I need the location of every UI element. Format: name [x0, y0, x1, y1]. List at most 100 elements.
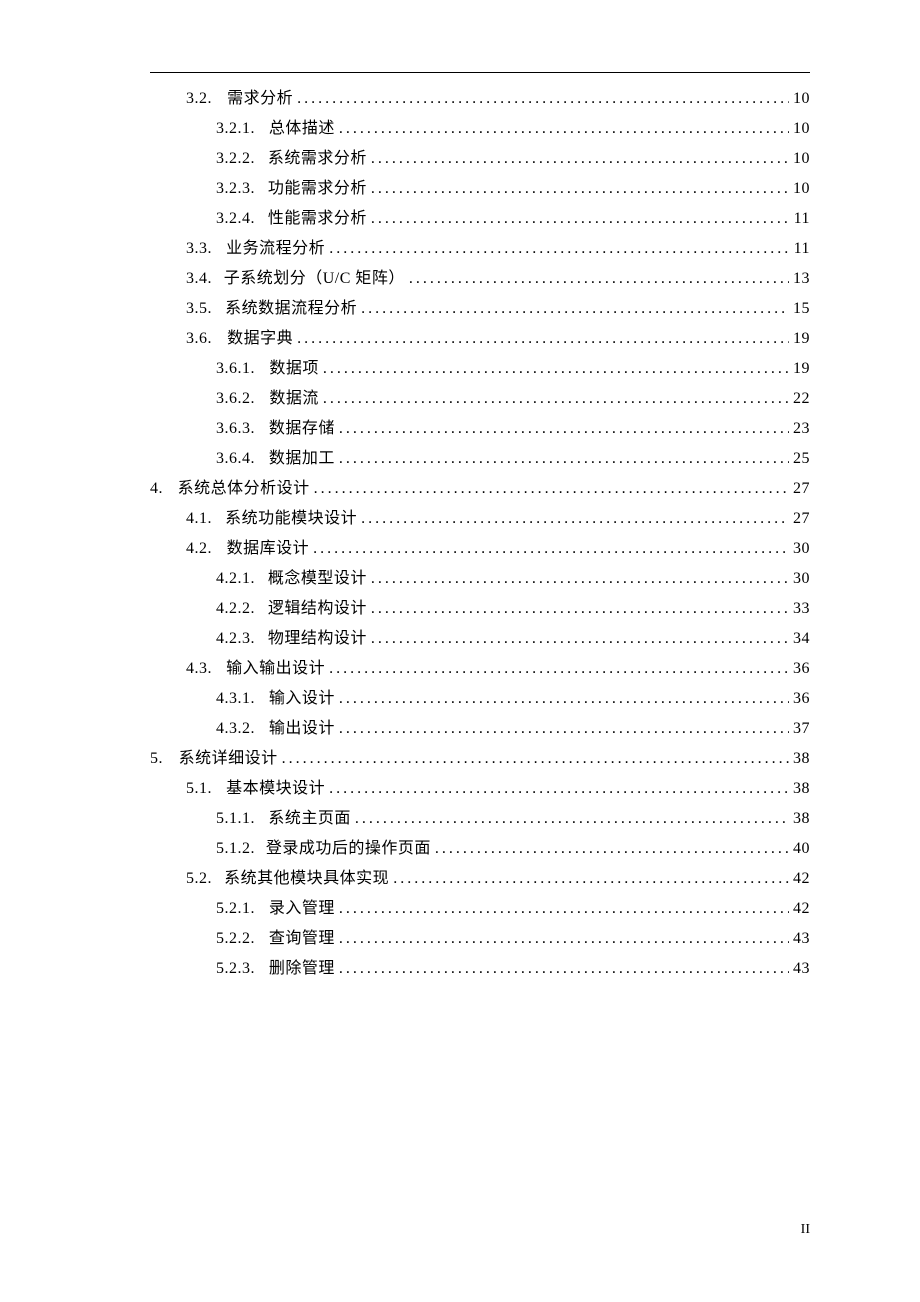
toc-leader-dots	[297, 327, 789, 351]
toc-entry: 5.2.3.删除管理43	[150, 957, 810, 981]
toc-entry: 3.2.2.系统需求分析10	[150, 147, 810, 171]
toc-entry-title: 系统数据流程分析	[225, 297, 357, 321]
toc-entry-title: 逻辑结构设计	[268, 597, 367, 621]
toc-entry-title: 总体描述	[269, 117, 335, 141]
toc-entry-title: 需求分析	[227, 87, 293, 111]
toc-leader-dots	[323, 387, 789, 411]
toc-entry-title: 输出设计	[269, 717, 335, 741]
table-of-contents: 3.2.需求分析103.2.1.总体描述103.2.2.系统需求分析103.2.…	[150, 87, 810, 981]
toc-entry: 3.2.需求分析10	[150, 87, 810, 111]
toc-leader-dots	[355, 807, 789, 831]
toc-entry-page: 11	[794, 237, 810, 261]
toc-entry-page: 30	[793, 567, 810, 591]
toc-entry: 4.3.1. 输入设计 36	[150, 687, 810, 711]
toc-entry-title: 录入管理	[269, 897, 335, 921]
toc-entry-title: 物理结构设计	[268, 627, 367, 651]
toc-entry-page: 27	[793, 477, 810, 501]
toc-entry-title: 系统其他模块具体实现	[224, 867, 389, 891]
toc-entry-page: 43	[793, 927, 810, 951]
toc-entry-title: 输入输出设计	[226, 657, 325, 681]
toc-entry-title: 输入设计	[269, 687, 335, 711]
toc-leader-dots	[314, 477, 789, 501]
toc-leader-dots	[371, 177, 789, 201]
toc-entry-page: 10	[793, 177, 810, 201]
toc-entry-number: 5.1.1.	[216, 807, 255, 831]
toc-entry-page: 10	[793, 147, 810, 171]
toc-entry-number: 3.2.2.	[216, 147, 255, 171]
toc-entry-page: 33	[793, 597, 810, 621]
toc-entry-page: 10	[793, 117, 810, 141]
toc-leader-dots	[297, 87, 789, 111]
toc-entry-number: 3.2.	[186, 87, 212, 111]
toc-entry-page: 23	[793, 417, 810, 441]
toc-entry-number: 4.2.2.	[216, 597, 255, 621]
toc-leader-dots	[393, 867, 789, 891]
toc-leader-dots	[371, 597, 789, 621]
toc-entry-title: 系统功能模块设计	[225, 507, 357, 531]
toc-entry-number: 3.6.2.	[216, 387, 255, 411]
toc-entry: 5.1.1.系统主页面38	[150, 807, 810, 831]
toc-leader-dots	[435, 837, 789, 861]
toc-entry-number: 3.6.1.	[216, 357, 255, 381]
toc-entry-title: 子系统划分（U/C 矩阵）	[224, 267, 405, 291]
toc-entry-number: 5.1.	[186, 777, 212, 801]
toc-entry-number: 4.2.3.	[216, 627, 255, 651]
toc-entry: 4.2. 数据库设计 30	[150, 537, 810, 561]
toc-entry: 5.2. 系统其他模块具体实现 42	[150, 867, 810, 891]
toc-entry: 4.3.2.输出设计37	[150, 717, 810, 741]
toc-leader-dots	[339, 447, 789, 471]
toc-entry-page: 27	[793, 507, 810, 531]
toc-leader-dots	[339, 957, 789, 981]
toc-entry: 4.系统总体分析设计27	[150, 477, 810, 501]
toc-leader-dots	[371, 567, 789, 591]
document-page: 3.2.需求分析103.2.1.总体描述103.2.2.系统需求分析103.2.…	[0, 0, 920, 1302]
toc-entry-number: 4.3.1.	[216, 687, 255, 711]
toc-entry-number: 4.	[150, 477, 163, 501]
toc-leader-dots	[329, 777, 789, 801]
toc-entry: 5.2.2.查询管理43	[150, 927, 810, 951]
toc-leader-dots	[329, 657, 789, 681]
toc-entry-page: 40	[793, 837, 810, 861]
toc-entry-page: 36	[793, 657, 810, 681]
toc-entry: 5.2.1. 录入管理 42	[150, 897, 810, 921]
toc-entry: 4.2.2. 逻辑结构设计 33	[150, 597, 810, 621]
toc-entry-number: 3.6.	[186, 327, 212, 351]
toc-entry-page: 36	[793, 687, 810, 711]
toc-entry-title: 系统主页面	[268, 807, 351, 831]
toc-entry-page: 19	[793, 327, 810, 351]
toc-entry-title: 数据存储	[269, 417, 335, 441]
toc-entry-title: 业务流程分析	[226, 237, 325, 261]
toc-entry: 3.6. 数据字典 19	[150, 327, 810, 351]
toc-leader-dots	[313, 537, 789, 561]
toc-entry-number: 5.2.	[186, 867, 212, 891]
toc-entry-number: 3.6.3.	[216, 417, 255, 441]
toc-entry-title: 系统详细设计	[179, 747, 278, 771]
toc-entry-number: 5.2.1.	[216, 897, 255, 921]
toc-entry: 3.5.系统数据流程分析15	[150, 297, 810, 321]
toc-entry-number: 3.5.	[186, 297, 212, 321]
toc-entry-page: 30	[793, 537, 810, 561]
toc-entry-page: 34	[793, 627, 810, 651]
toc-entry-number: 4.1.	[186, 507, 212, 531]
toc-entry-number: 5.	[150, 747, 163, 771]
toc-leader-dots	[339, 897, 789, 921]
toc-entry-page: 19	[793, 357, 810, 381]
toc-entry-number: 4.3.2.	[216, 717, 255, 741]
toc-entry-page: 42	[793, 897, 810, 921]
toc-leader-dots	[339, 717, 789, 741]
toc-entry-title: 功能需求分析	[268, 177, 367, 201]
toc-entry-number: 4.2.	[186, 537, 212, 561]
toc-entry-title: 概念模型设计	[268, 567, 367, 591]
toc-leader-dots	[339, 927, 789, 951]
toc-entry-title: 登录成功后的操作页面	[266, 837, 431, 861]
toc-entry: 3.6.4.数据加工25	[150, 447, 810, 471]
toc-entry-title: 数据库设计	[227, 537, 310, 561]
toc-entry-title: 数据字典	[227, 327, 293, 351]
toc-entry: 3.6.3. 数据存储 23	[150, 417, 810, 441]
toc-entry: 4.2.3. 物理结构设计 34	[150, 627, 810, 651]
toc-entry-number: 3.6.4.	[216, 447, 255, 471]
toc-entry-page: 38	[793, 747, 810, 771]
toc-entry: 3.2.1.总体描述10	[150, 117, 810, 141]
header-rule	[150, 72, 810, 73]
toc-entry-page: 42	[793, 867, 810, 891]
